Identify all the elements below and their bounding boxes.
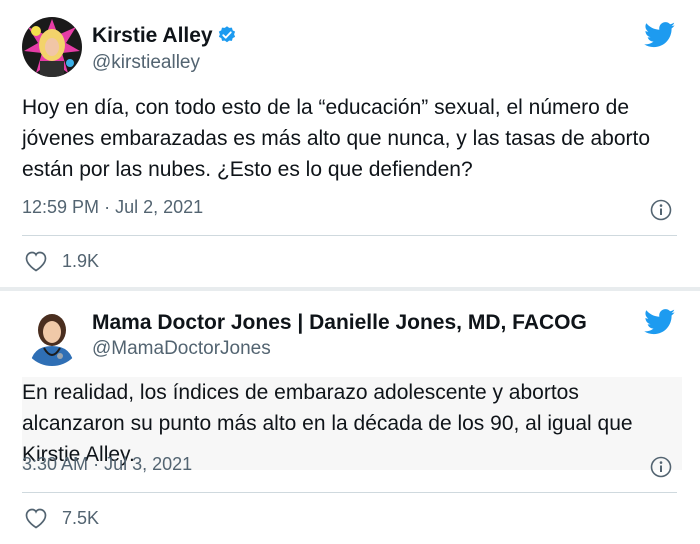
avatar[interactable] [22,306,82,366]
like-button[interactable]: 1.9K [24,250,99,272]
tweet-date: Jul 2, 2021 [115,197,204,217]
tweet-card-kirstiealley: Kirstie Alley @kirstiealley Hoy en día, … [0,0,700,289]
user-handle[interactable]: @MamaDoctorJones [92,338,271,360]
twitter-bird-icon[interactable] [644,309,676,335]
like-button[interactable]: 7.5K [24,507,99,529]
like-count: 1.9K [62,250,100,271]
tweet-time: 3:30 AM [22,454,89,474]
tweet-time: 12:59 PM [22,197,100,217]
tweet-timestamp[interactable]: 3:30 AM · Jul 3, 2021 [22,454,192,475]
tweet-text: Hoy en día, con todo esto de la “educaci… [22,96,651,181]
separator: · [93,454,100,474]
tweet-card-mamadoctorjones: Mama Doctor Jones | Danielle Jones, MD, … [0,289,700,544]
heart-icon [25,508,47,529]
display-name[interactable]: Kirstie Alley [92,24,237,51]
divider-line [22,235,677,236]
verified-badge-icon [217,25,237,51]
separator: · [104,197,111,217]
tweet-date: Jul 3, 2021 [104,454,193,474]
tweet-timestamp[interactable]: 12:59 PM · Jul 2, 2021 [22,197,203,218]
info-icon[interactable] [650,199,672,221]
like-count: 7.5K [62,507,100,528]
display-name[interactable]: Mama Doctor Jones | Danielle Jones, MD, … [92,311,587,335]
user-handle[interactable]: @kirstiealley [92,52,200,74]
info-icon[interactable] [650,456,672,478]
avatar[interactable] [22,17,82,77]
heart-icon [25,251,47,272]
divider-line [22,492,677,493]
twitter-bird-icon[interactable] [644,22,676,48]
